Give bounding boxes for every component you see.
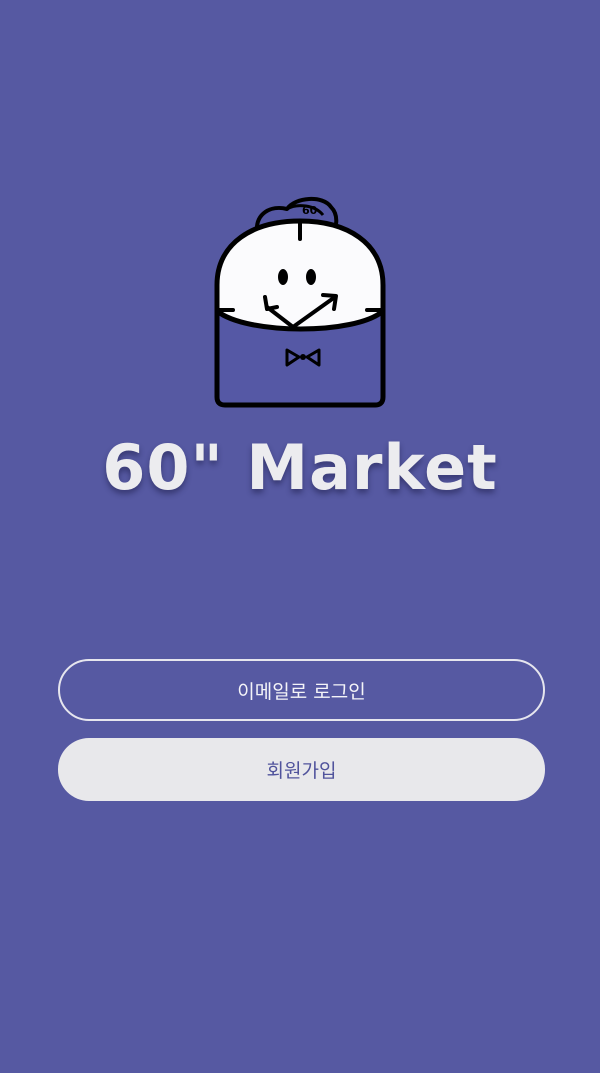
signup-button[interactable]: 회원가입 (58, 738, 545, 801)
svg-text:60: 60 (302, 204, 318, 217)
email-login-label: 이메일로 로그인 (237, 680, 366, 703)
app-title: 60" Market (102, 431, 498, 504)
clock-mascot-logo-icon: 60 (205, 185, 405, 415)
email-login-button[interactable]: 이메일로 로그인 (58, 659, 545, 721)
login-screen: 60 60" Market 이메일로 로그인 회원가입 (0, 0, 600, 1073)
signup-label: 회원가입 (266, 760, 337, 782)
